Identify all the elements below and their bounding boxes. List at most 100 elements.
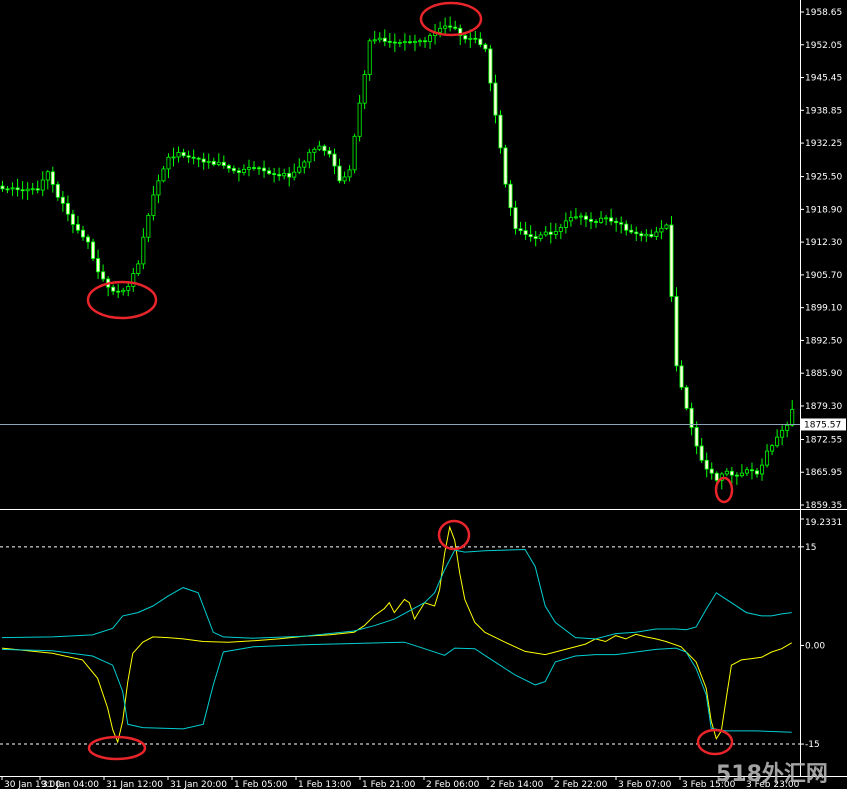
candle-body [760,464,765,475]
candle-body [377,37,382,41]
candle [669,215,674,302]
candle-body [5,188,10,191]
price-tick-label: 1885.90 [805,369,842,379]
candle-body [322,145,327,152]
candle-body [121,289,126,293]
candle-body [729,470,734,476]
candle-body [755,470,760,475]
candle-body [226,165,231,169]
candle-body [60,196,65,204]
candle-body [65,202,70,215]
time-tick-label: 1 Feb 21:00 [362,780,416,789]
price-tick-label: 1945.45 [805,74,842,84]
candle-body [503,147,508,185]
candle-body [312,148,317,153]
candle-body [624,223,629,231]
candle-body [126,285,131,291]
candle-body [257,167,262,170]
candle-body [387,41,392,43]
candle [684,385,689,411]
candle-body [367,40,372,75]
candle-body [744,469,749,474]
candle-body [196,157,201,160]
chart-canvas[interactable]: 1958.65 1952.05 1945.45 1938.85 1932.25 1925.… [0,0,847,789]
time-tick-label: 2 Feb 22:00 [554,780,608,789]
watermark-text: 518外汇网 [716,761,828,787]
time-tick-label: 3 Feb 07:00 [618,780,672,789]
price-tick-label: 1918.90 [805,205,842,215]
candle-body [272,173,277,175]
candle-body [709,468,714,474]
time-tick-label: 31 Jan 20:00 [170,780,227,789]
price-tick-label: 1925.50 [805,173,842,183]
price-tick-label: 1859.35 [805,501,842,511]
price-tick-label: 1879.30 [805,402,842,412]
osc-tick-label: 0.00 [805,641,825,651]
candle-body [75,223,80,231]
candle-body [372,39,377,42]
candle-body [423,40,428,43]
candle-body [166,156,171,170]
price-tick-label: 1899.10 [805,304,842,314]
candle-body [438,27,443,33]
candle-body [45,171,50,181]
candle-body [563,220,568,228]
price-tick-label: 1932.25 [805,139,842,149]
candle-body [262,167,267,172]
osc-tick-label: 19.2331 [805,518,842,528]
candle-body [0,185,5,190]
candle-body [739,472,744,477]
candle-body [146,214,151,238]
candle [498,110,503,154]
price-tick-label: 1938.85 [805,106,842,116]
candle-body [362,74,367,104]
candle-body [337,165,342,182]
candle-body [765,450,770,466]
price-tick-label: 1958.65 [805,8,842,18]
candle-body [649,233,654,237]
candle-body [402,41,407,44]
candle-body [614,220,619,224]
candle-body [267,170,272,174]
candle-body [236,170,241,173]
candle-body [488,48,493,84]
candle-body [15,187,20,191]
chart-background [0,0,847,789]
candle-body [282,172,287,177]
candle-body [111,286,116,292]
candle-body [292,171,297,178]
candle-body [583,215,588,220]
candle-body [40,179,45,191]
candle-body [749,469,754,472]
candle-body [347,169,352,178]
candle-body [684,386,689,409]
candle-body [35,188,40,191]
candle-body [357,102,362,137]
candle [352,133,357,174]
candle-body [548,231,553,235]
price-tick-label: 1865.95 [805,468,842,478]
time-tick-label: 31 Jan 12:00 [106,780,163,789]
candle-body [397,42,402,44]
candle-body [231,167,236,172]
candle-body [352,135,357,171]
candle-body [468,37,473,40]
candle-body [704,459,709,470]
candle-body [609,217,614,222]
time-tick-label: 1 Feb 05:00 [234,780,288,789]
candle-body [246,167,251,170]
candle-body [10,187,15,190]
candle-body [141,236,146,265]
candle-body [277,174,282,177]
candle-body [302,161,307,168]
candle-body [679,365,684,388]
candle-body [136,263,141,274]
candle-body [161,168,166,182]
candle-body [116,290,121,293]
candle-body [594,221,599,223]
current-price-label: 1875.57 [804,420,841,430]
candle-body [780,429,785,438]
time-tick-label: 31 Jan 04:00 [42,780,99,789]
candle-body [317,145,322,150]
candle-body [86,236,91,243]
